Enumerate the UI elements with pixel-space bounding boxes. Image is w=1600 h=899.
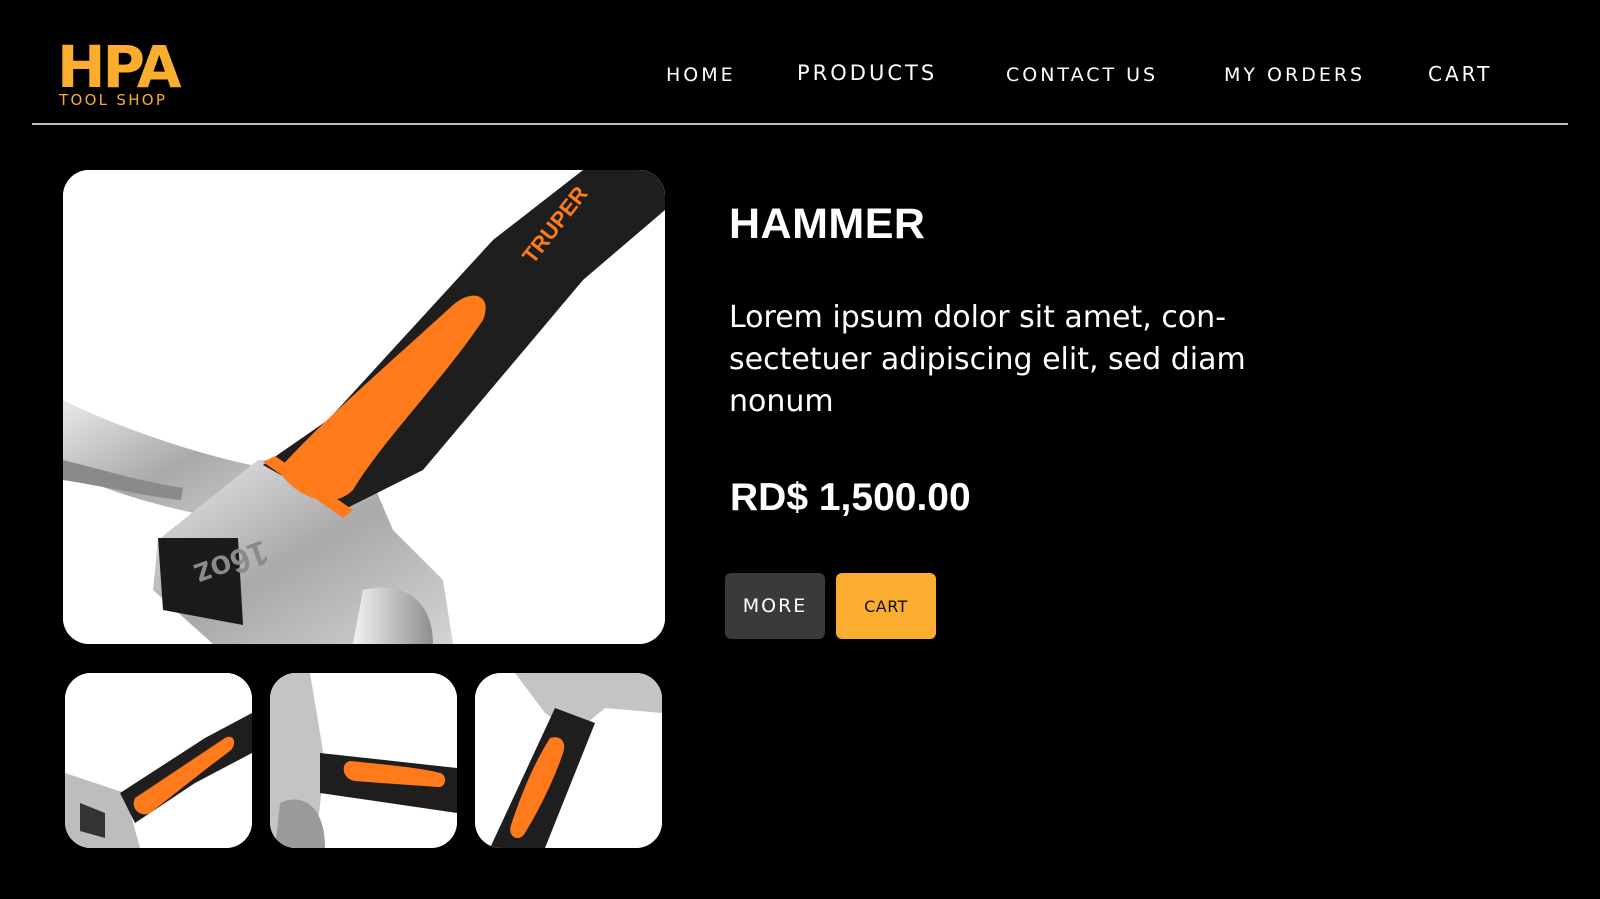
product-price: RD$ 1,500.00 [730,476,971,519]
nav-home-link[interactable]: HOME [666,64,736,86]
hammer-thumb-2-image [270,673,457,848]
product-thumbnail-3[interactable] [475,673,662,848]
hammer-image: TRUPER 16oz [63,170,665,644]
page-frame: HPA TOOL SHOP HOME PRODUCTS CONTACT US M… [0,0,1600,899]
main-nav: HOME PRODUCTS CONTACT US MY ORDERS CART [0,61,1600,94]
hammer-thumb-1-image [65,673,252,848]
product-title: HAMMER [729,200,926,248]
nav-cart-link[interactable]: CART [1428,62,1492,86]
nav-my-orders-link[interactable]: MY ORDERS [1224,64,1365,86]
nav-products-link[interactable]: PRODUCTS [797,61,937,85]
product-thumbnail-2[interactable] [270,673,457,848]
add-to-cart-button[interactable]: CART [836,573,936,639]
product-description: Lorem ipsum dolor sit amet, con-sectetue… [729,300,1246,419]
product-main-image: TRUPER 16oz [63,170,665,644]
more-button[interactable]: MORE [725,573,825,639]
hammer-thumb-3-image [475,673,662,848]
product-thumbnail-1[interactable] [65,673,252,848]
header-divider [32,123,1568,125]
nav-contact-link[interactable]: CONTACT US [1006,64,1158,86]
logo-subtitle: TOOL SHOP [59,91,168,109]
